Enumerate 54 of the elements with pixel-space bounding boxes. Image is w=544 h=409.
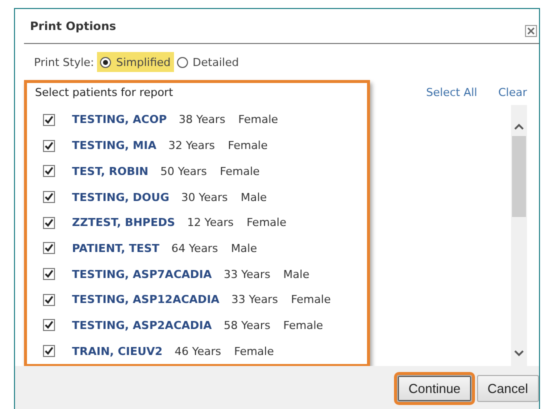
checkbox[interactable] [43,165,55,178]
patient-sex: Female [238,113,278,126]
close-icon[interactable] [525,25,537,37]
patient-age: 33 Years [224,268,270,281]
patient-name: TESTING, ASP7ACADIA [72,268,212,281]
checkbox[interactable] [43,345,55,358]
patient-name: PATIENT, TEST [72,242,160,255]
cancel-button[interactable]: Cancel [476,375,539,402]
checkbox[interactable] [43,319,55,332]
checkbox[interactable] [43,294,55,306]
patient-age: 58 Years [224,318,270,332]
radio-option[interactable]: Detailed [174,52,242,72]
checkbox[interactable] [43,140,55,152]
patient-sex: Female [228,139,268,152]
patient-sex: Female [220,164,260,178]
checkbox[interactable] [43,268,55,280]
patient-sex: Female [234,344,274,358]
patient-age: 30 Years [181,190,228,204]
patient-sex: Male [230,242,257,255]
list-link[interactable]: Select All [426,86,478,98]
patient-sex: Female [246,216,286,230]
patient-sex: Male [283,268,310,281]
patient-sex: Female [283,318,324,332]
scrollbar[interactable] [511,105,527,367]
patient-age: 46 Years [174,344,222,358]
patient-name: TRAIN, CIEUV2 [72,344,163,358]
patient-name: TESTING, DOUG [72,190,170,204]
scroll-thumb[interactable] [512,136,526,217]
list-heading: Select patients for report [35,86,174,101]
patient-age: 50 Years [160,164,207,178]
checkbox[interactable] [43,242,55,254]
radio-option[interactable]: Simplified [97,52,174,72]
patient-name: TEST, ROBIN [72,164,148,178]
patient-name: TESTING, ASP12ACADIA [72,293,220,306]
checkbox[interactable] [43,191,55,204]
patient-name: TESTING, ASP2ACADIA [72,318,212,332]
continue-button[interactable]: Continue [397,375,472,402]
patient-sex: Female [290,293,331,306]
patient-age: 38 Years [178,113,226,126]
patient-age: 64 Years [171,242,218,255]
scroll-down-icon[interactable] [514,349,524,357]
list-link[interactable]: Clear [498,86,527,98]
patient-age: 32 Years [168,139,215,152]
checkbox[interactable] [43,114,55,126]
print-style-label: Print Style: [34,56,94,68]
patient-age: 12 Years [187,216,234,230]
scroll-up-icon[interactable] [514,123,524,131]
dialog-title: Print Options [30,19,116,33]
patient-name: ZZTEST, BHPEDS [72,216,176,230]
patient-sex: Male [240,190,267,204]
patient-name: TESTING, MIA [72,139,156,152]
patient-name: TESTING, ACOP [72,113,167,126]
patient-age: 33 Years [231,293,278,306]
checkbox[interactable] [43,216,55,229]
